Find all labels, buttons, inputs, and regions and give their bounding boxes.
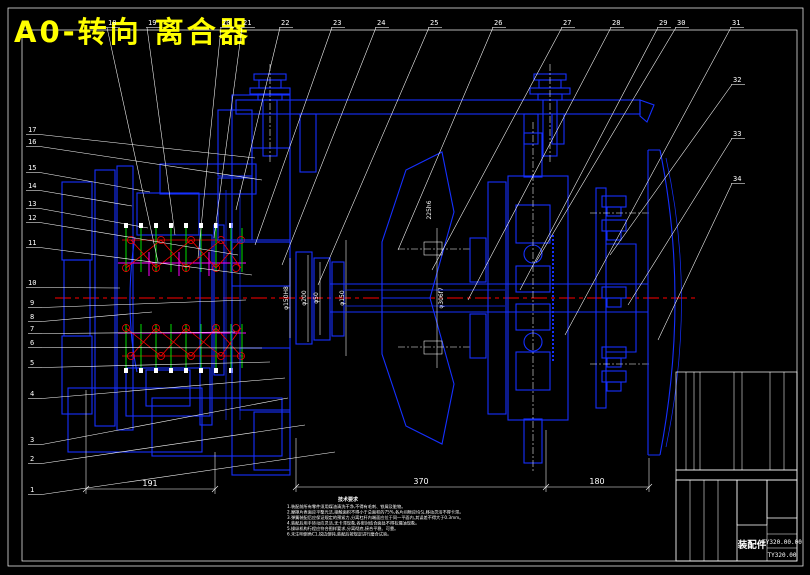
svg-text:φ306f7: φ306f7 (438, 287, 445, 309)
callout-5: 5 (28, 359, 271, 368)
svg-text:技术要求: 技术要求 (338, 496, 359, 503)
callout-31: 31 (564, 19, 744, 336)
callout-25: 25 (317, 19, 442, 286)
callout-18: 18 (106, 19, 159, 263)
svg-text:φ200: φ200 (301, 290, 308, 306)
callout-33: 33 (627, 130, 745, 306)
vertical-dimension-labels: φ150H8 φ200 φ50 φ150 225h6 φ306f7 (283, 200, 445, 310)
svg-text:28: 28 (612, 19, 620, 27)
technical-notes: 技术要求 1.装配前所有零件须用煤油清洗干净,不得有毛刺、铁屑及脏物。 2.摩擦… (287, 496, 463, 538)
svg-text:27: 27 (563, 19, 571, 27)
dimension-180: 180 (546, 458, 653, 492)
svg-text:14: 14 (28, 182, 36, 190)
svg-text:24: 24 (377, 19, 385, 27)
svg-text:11: 11 (28, 239, 36, 247)
callout-19: 19 (146, 19, 176, 236)
callout-15: 15 (26, 164, 151, 193)
svg-text:6.未注明倒角C1,锐边倒钝,装配后按规定进行磨合试验。: 6.未注明倒角C1,锐边倒钝,装配后按规定进行磨合试验。 (287, 531, 391, 538)
svg-text:12: 12 (28, 214, 36, 222)
svg-text:225h6: 225h6 (426, 200, 433, 219)
callout-34: 34 (657, 175, 745, 341)
callout-11: 11 (26, 239, 253, 276)
svg-text:21: 21 (243, 19, 251, 27)
svg-text:1: 1 (30, 486, 34, 494)
svg-text:20: 20 (222, 19, 230, 27)
callout-26: 26 (397, 19, 506, 251)
callout-9: 9 (28, 299, 247, 308)
svg-text:13: 13 (28, 200, 36, 208)
right-flange-wheel (590, 149, 682, 456)
callout-13: 13 (26, 200, 149, 229)
svg-text:4: 4 (30, 390, 34, 398)
svg-text:191: 191 (142, 479, 157, 488)
svg-text:φ150: φ150 (339, 290, 346, 306)
cad-sheet: A0-转向 离合器 φ150H8 φ200 φ50 φ150 225h6 φ30… (0, 0, 810, 575)
svg-text:16: 16 (28, 138, 36, 146)
svg-text:5: 5 (30, 359, 34, 367)
svg-text:18: 18 (108, 19, 116, 27)
svg-text:φ50: φ50 (313, 292, 320, 304)
callout-1: 1 (28, 451, 336, 495)
svg-text:22: 22 (281, 19, 289, 27)
svg-text:9: 9 (30, 299, 34, 307)
svg-text:3: 3 (30, 436, 34, 444)
bom-table (675, 371, 798, 481)
svg-text:30: 30 (677, 19, 685, 27)
svg-text:10: 10 (28, 279, 36, 287)
cover-bolt-left (249, 64, 291, 162)
svg-text:15: 15 (28, 164, 36, 172)
cad-drawing: A0-转向 离合器 φ150H8 φ200 φ50 φ150 225h6 φ30… (7, 7, 804, 567)
drawing-title: A0-转向 离合器 (14, 15, 251, 49)
svg-text:25: 25 (430, 19, 438, 27)
svg-text:23: 23 (333, 19, 341, 27)
model-number: TY320.00 (768, 552, 797, 559)
top-cover-plate (235, 99, 655, 173)
callout-30: 30 (535, 19, 689, 263)
drawing-number: TY320.00.00 (762, 539, 802, 546)
cover-bolt-right (529, 64, 571, 162)
callout-10: 10 (26, 279, 121, 289)
svg-text:33: 33 (733, 130, 741, 138)
svg-text:6: 6 (30, 339, 34, 347)
callout-3: 3 (28, 397, 289, 445)
callout-21: 21 (213, 19, 255, 239)
svg-text:8: 8 (30, 313, 34, 321)
svg-text:19: 19 (148, 19, 156, 27)
svg-text:180: 180 (589, 477, 604, 486)
svg-text:26: 26 (494, 19, 502, 27)
svg-text:φ150H8: φ150H8 (283, 286, 290, 310)
part-callouts: 123456789101112131415161718 19 20 21 22 23 24 2… (26, 19, 745, 495)
svg-text:2: 2 (30, 455, 34, 463)
callout-14: 14 (26, 182, 133, 207)
svg-text:7: 7 (30, 325, 34, 333)
dimension-370: 370 (292, 430, 550, 492)
svg-text:34: 34 (733, 175, 741, 183)
callout-17: 17 (26, 126, 256, 159)
bearing-unit (507, 122, 569, 472)
callout-2: 2 (28, 424, 306, 464)
svg-text:31: 31 (732, 19, 740, 27)
left-drum-assembly (61, 163, 283, 457)
svg-text:32: 32 (733, 76, 741, 84)
svg-text:17: 17 (28, 126, 36, 134)
callout-24: 24 (281, 19, 389, 266)
title-block: 装配件 TY320.00.00 TY320.00 (675, 479, 802, 562)
svg-text:370: 370 (413, 477, 428, 486)
spring-pack-lower (118, 324, 246, 373)
svg-text:29: 29 (659, 19, 667, 27)
